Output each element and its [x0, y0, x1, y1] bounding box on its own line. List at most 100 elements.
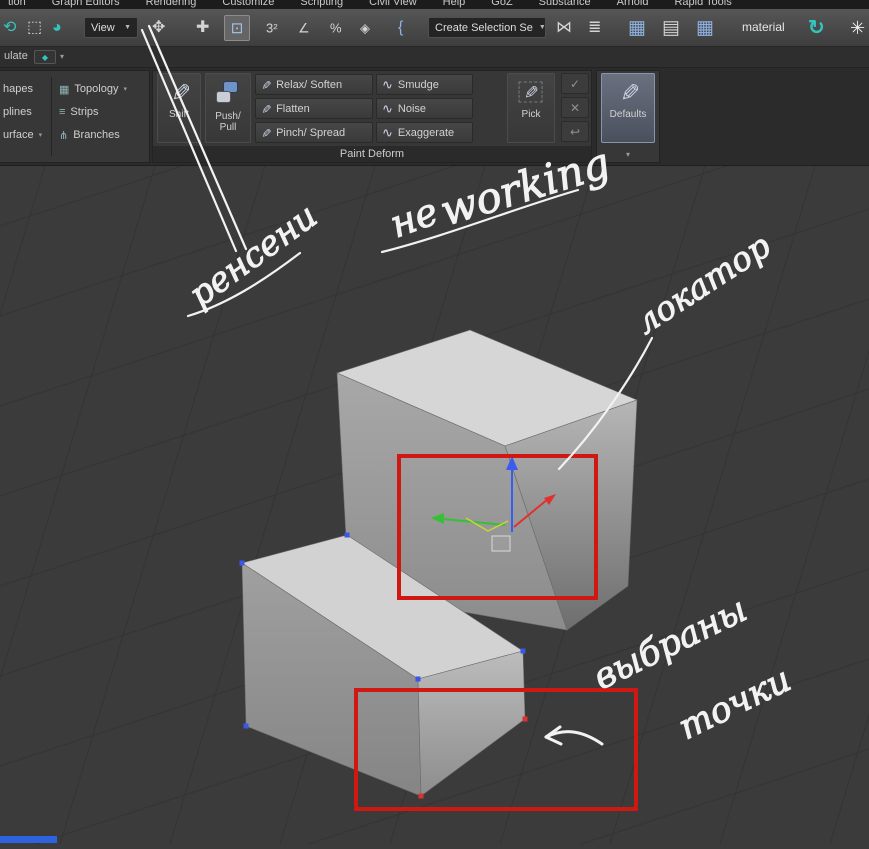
paint-connect-icon[interactable]: ◕: [52, 19, 62, 36]
flatten-button[interactable]: ✎ Flatten: [255, 98, 373, 119]
defaults-label: Defaults: [609, 109, 647, 120]
maxscript-icon[interactable]: {: [398, 19, 403, 36]
label: urface: [3, 129, 34, 141]
pick-brush-icon: ✎: [519, 81, 543, 103]
angle-snap-icon[interactable]: ∠: [298, 21, 310, 34]
chevron-down-icon: ▾: [123, 86, 127, 93]
menu-bar: tion Graph Editors Rendering Customize S…: [0, 0, 869, 9]
region-select-icon[interactable]: ⬚: [27, 19, 42, 36]
ribbon-item-splines[interactable]: plines: [3, 102, 32, 122]
viewport[interactable]: [0, 0, 869, 849]
menu-item-customize[interactable]: Customize: [222, 0, 274, 8]
chevron-down-icon: ▾: [38, 132, 43, 139]
snap-3d-icon[interactable]: 3²: [266, 21, 278, 34]
chevron-down-icon: ▼: [538, 24, 546, 31]
menu-item-goz[interactable]: GoZ: [491, 0, 512, 8]
mirror-icon[interactable]: ⋈: [556, 19, 572, 36]
label: Exaggerate: [397, 126, 455, 139]
render-frame-icon[interactable]: ✳: [850, 19, 865, 37]
menu-item-help[interactable]: Help: [443, 0, 466, 8]
menu-item[interactable]: tion: [8, 0, 26, 8]
menu-item-graph-editors[interactable]: Graph Editors: [52, 0, 120, 8]
undo-arrow-icon: ↩: [569, 124, 581, 139]
vertex[interactable]: [344, 532, 350, 538]
named-selection-dropdown[interactable]: Create Selection Se ▼: [428, 17, 546, 38]
label: Noise: [397, 102, 427, 115]
commit-button[interactable]: ✓: [561, 73, 589, 94]
chevron-down-icon[interactable]: ▾: [60, 52, 64, 61]
paint-deform-panel: ✎ Shift Push/ Pull ✎ Relax/ Soften ∿ Smu…: [152, 70, 592, 163]
label: Branches: [73, 129, 120, 141]
pinch-spread-button[interactable]: ✎ Pinch/ Spread: [255, 122, 373, 143]
ribbon: hapes plines urface ▾ ▦ Topology ▾ ≡ Str…: [0, 68, 869, 165]
label: Strips: [70, 106, 99, 118]
toggle-ribbon-icon[interactable]: ▦: [696, 18, 714, 37]
brush-icon: ✎: [259, 103, 274, 114]
relax-soften-button[interactable]: ✎ Relax/ Soften: [255, 74, 373, 95]
strips-icon: ≡: [59, 106, 66, 118]
defaults-button[interactable]: ✎ Defaults: [601, 73, 655, 143]
panel-expander[interactable]: ▾: [597, 146, 659, 162]
chevron-down-icon: ▾: [625, 149, 630, 159]
spinner-snap-icon[interactable]: ◈: [360, 21, 370, 34]
noise-button[interactable]: ∿ Noise: [376, 98, 473, 119]
ribbon-config-icon[interactable]: ◆: [34, 50, 56, 64]
gizmo-center-square[interactable]: [491, 535, 511, 552]
pick-button[interactable]: ✎ Pick: [507, 73, 555, 143]
select-and-move-icon[interactable]: ✥: [152, 19, 165, 36]
close-icon: ✕: [569, 100, 581, 115]
status-strip: [0, 836, 57, 843]
menu-item-rapid-tools[interactable]: Rapid Tools: [674, 0, 731, 8]
vertex[interactable]: [239, 560, 245, 566]
ribbon-item-shapes[interactable]: hapes: [3, 79, 33, 99]
menu-item-scripting[interactable]: Scripting: [300, 0, 343, 8]
exaggerate-button[interactable]: ∿ Exaggerate: [376, 122, 473, 143]
label: hapes: [3, 83, 33, 95]
ribbon-left-panel: hapes plines urface ▾ ▦ Topology ▾ ≡ Str…: [0, 70, 150, 163]
push-pull-button[interactable]: Push/ Pull: [205, 73, 251, 143]
selected-vertex[interactable]: [522, 716, 528, 722]
menu-item-substance[interactable]: Substance: [539, 0, 591, 8]
render-setup-icon[interactable]: ↻: [808, 18, 825, 38]
vertex[interactable]: [415, 676, 421, 682]
chevron-down-icon: ▼: [124, 24, 131, 31]
ribbon-item-strips[interactable]: ≡ Strips: [59, 102, 99, 122]
shift-button[interactable]: ✎ Shift: [157, 73, 201, 143]
smudge-button[interactable]: ∿ Smudge: [376, 74, 473, 95]
vertex[interactable]: [520, 648, 526, 654]
align-layers-icon[interactable]: ≣: [588, 19, 601, 36]
shift-label: Shift: [168, 109, 189, 120]
label: Relax/ Soften: [276, 78, 343, 91]
diamond-icon: ◆: [41, 52, 49, 62]
percent-snap-icon[interactable]: %: [330, 21, 342, 34]
panel-divider: [51, 77, 52, 156]
exaggerate-icon: ∿: [382, 124, 393, 140]
ribbon-item-branches[interactable]: ⋔ Branches: [59, 125, 120, 145]
ribbon-tab-bar: ulate ◆ ▾: [0, 47, 869, 68]
label: Flatten: [276, 102, 310, 115]
revert-button[interactable]: ↩: [561, 121, 589, 142]
menu-item-rendering[interactable]: Rendering: [146, 0, 197, 8]
transform-gizmo-icon[interactable]: ✚: [196, 19, 209, 36]
cancel-button[interactable]: ✕: [561, 97, 589, 118]
check-icon: ✓: [569, 76, 581, 91]
reference-coordinate-toggle[interactable]: ⊡: [224, 15, 250, 41]
label: Topology: [74, 83, 119, 95]
undo-icon[interactable]: ⟲: [3, 19, 16, 36]
push-pull-label: Push/ Pull: [215, 111, 241, 133]
ribbon-tab-populate-partial[interactable]: ulate: [4, 50, 28, 62]
view-dropdown[interactable]: View ▼: [84, 17, 138, 38]
toggle-scene-explorer-icon[interactable]: ▦: [628, 18, 646, 37]
noise-icon: ∿: [382, 100, 393, 116]
ribbon-item-surface[interactable]: urface ▾: [3, 125, 42, 145]
pick-label: Pick: [521, 109, 541, 120]
toggle-layer-explorer-icon[interactable]: ▤: [662, 18, 680, 37]
selected-vertex[interactable]: [418, 793, 424, 799]
ribbon-item-topology[interactable]: ▦ Topology ▾: [59, 79, 127, 99]
toggle-square-icon: ⊡: [230, 20, 244, 37]
vertex[interactable]: [243, 723, 249, 729]
menu-item-arnold[interactable]: Arnold: [617, 0, 649, 8]
label: Pinch/ Spread: [276, 126, 346, 139]
brush-icon: ✎: [614, 81, 642, 103]
menu-item-civil-view[interactable]: Civil View: [369, 0, 416, 8]
